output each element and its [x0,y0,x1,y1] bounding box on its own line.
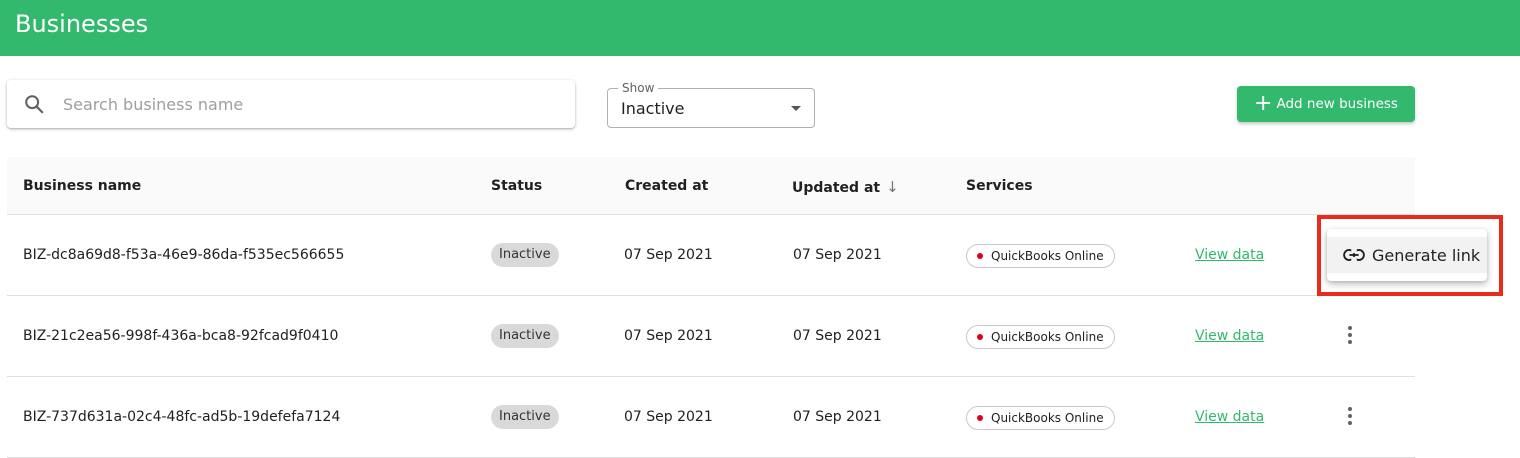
business-name: BIZ-dc8a69d8-f53a-46e9-86da-f535ec566655 [23,247,345,263]
created-at: 07 Sep 2021 [624,247,713,263]
service-name: QuickBooks Online [991,330,1104,344]
table-row: BIZ-dc8a69d8-f53a-46e9-86da-f535ec566655… [7,215,1415,296]
add-new-business-label: Add new business [1276,96,1398,112]
show-filter-value: Inactive [621,99,685,118]
search-input[interactable] [63,92,543,116]
show-filter-label: Show [618,81,659,95]
status-badge: Inactive [491,405,559,429]
status-badge: Inactive [491,324,559,348]
app-bar: Businesses [0,0,1520,56]
table-header: Business name Status Created at Updated … [7,157,1415,215]
status-dot-icon [977,253,983,259]
created-at: 07 Sep 2021 [624,328,713,344]
show-filter-select[interactable]: Show Inactive [607,81,815,128]
search-icon [25,95,44,114]
table-row: BIZ-737d631a-02c4-48fc-ad5b-19defefa7124… [7,377,1415,458]
created-at: 07 Sep 2021 [624,409,713,425]
view-data-link[interactable]: View data [1195,328,1264,344]
chevron-down-icon [791,106,801,111]
service-chip: QuickBooks Online [966,244,1115,268]
business-table: Business name Status Created at Updated … [7,157,1415,458]
search-box [7,80,575,128]
column-header-business-name[interactable]: Business name [23,178,141,194]
updated-at: 07 Sep 2021 [793,328,882,344]
service-chip: QuickBooks Online [966,406,1115,430]
status-badge: Inactive [491,243,559,267]
more-vertical-icon[interactable] [1343,407,1357,427]
service-name: QuickBooks Online [991,249,1104,263]
service-name: QuickBooks Online [991,411,1104,425]
updated-at: 07 Sep 2021 [793,247,882,263]
view-data-link[interactable]: View data [1195,409,1264,425]
column-header-services[interactable]: Services [966,178,1033,194]
page-title: Businesses [15,10,149,38]
business-name: BIZ-21c2ea56-998f-436a-bca8-92fcad9f0410 [23,328,339,344]
add-new-business-button[interactable]: + Add new business [1237,86,1415,122]
service-chip: QuickBooks Online [966,325,1115,349]
view-data-link[interactable]: View data [1195,247,1264,263]
status-dot-icon [977,415,983,421]
plus-icon: + [1254,91,1273,116]
column-header-updated-at[interactable]: Updated at ↓ [792,178,899,196]
column-header-created-at[interactable]: Created at [625,178,708,194]
updated-at: 07 Sep 2021 [793,409,882,425]
column-header-status[interactable]: Status [491,178,542,194]
highlight-box [1317,215,1503,296]
more-vertical-icon[interactable] [1343,326,1357,346]
business-name: BIZ-737d631a-02c4-48fc-ad5b-19defefa7124 [23,409,341,425]
status-dot-icon [977,334,983,340]
arrow-down-icon: ↓ [886,178,899,196]
table-row: BIZ-21c2ea56-998f-436a-bca8-92fcad9f0410… [7,296,1415,377]
